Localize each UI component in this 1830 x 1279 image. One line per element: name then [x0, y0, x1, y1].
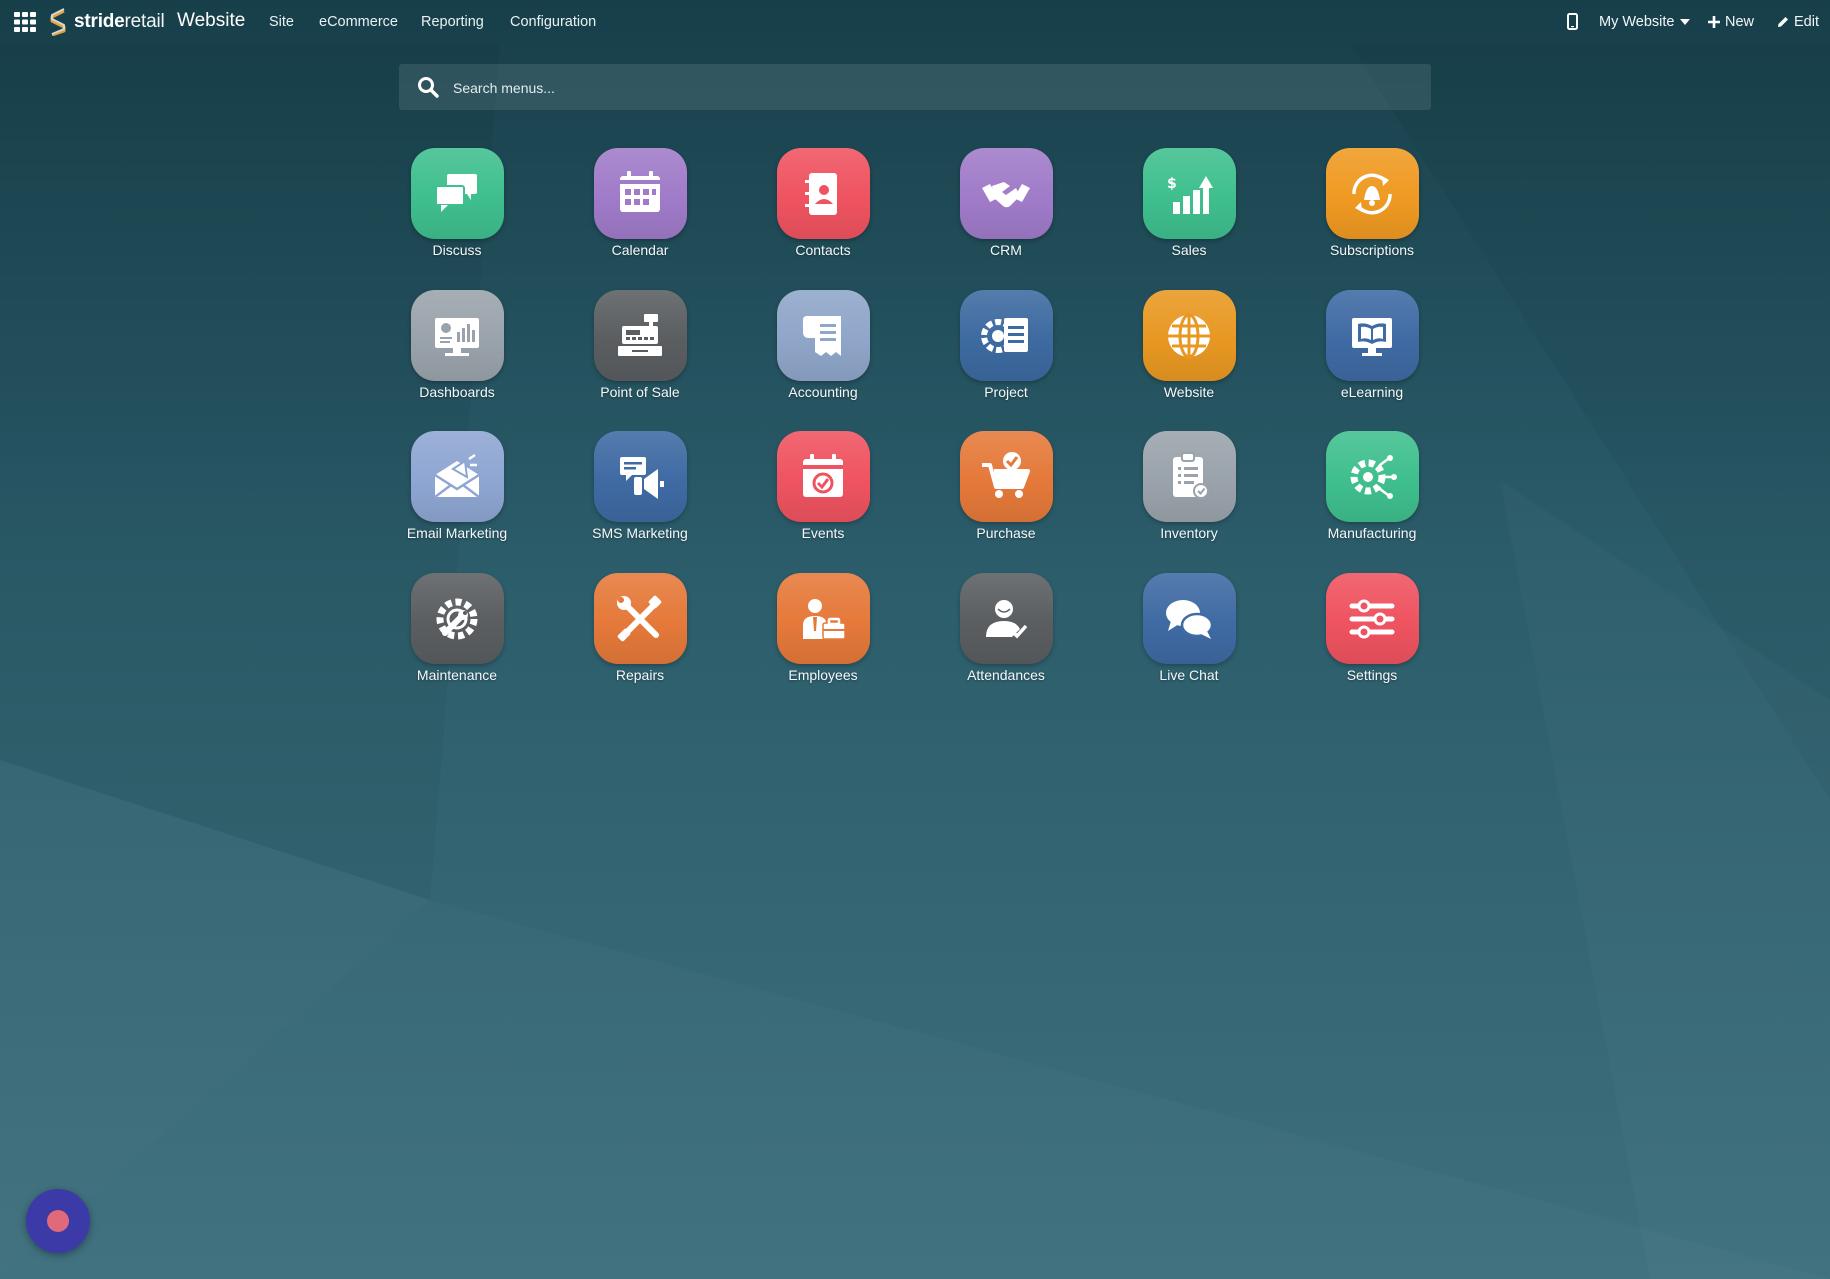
tools-cross-icon [593, 573, 687, 664]
app-label: Events [801, 525, 845, 541]
app-manufacturing[interactable]: Manufacturing [1297, 431, 1447, 561]
handshake-icon [959, 148, 1053, 239]
app-discuss[interactable]: Discuss [382, 148, 532, 278]
sms-megaphone-icon [593, 431, 687, 522]
app-maintenance[interactable]: Maintenance [382, 573, 532, 703]
app-website[interactable]: Website [1114, 290, 1264, 420]
app-project[interactable]: Project [931, 290, 1081, 420]
app-label: Accounting [788, 384, 858, 400]
record-dot-icon [47, 1210, 69, 1232]
event-calendar-icon [776, 431, 870, 522]
app-label: SMS Marketing [592, 525, 688, 541]
app-email-marketing[interactable]: Email Marketing [382, 431, 532, 561]
apps-grid: Discuss Calendar Contacts CRM $ Sales Su… [0, 0, 1830, 700]
svg-text:$: $ [1167, 176, 1177, 192]
app-repairs[interactable]: Repairs [565, 573, 715, 703]
clipboard-check-icon [1142, 431, 1236, 522]
sliders-icon [1325, 573, 1419, 664]
app-elearning[interactable]: eLearning [1297, 290, 1447, 420]
address-book-icon [776, 148, 870, 239]
cash-register-icon [593, 290, 687, 381]
app-label: Contacts [795, 242, 851, 258]
gear-circuit-icon [1325, 431, 1419, 522]
app-point-of-sale[interactable]: Point of Sale [565, 290, 715, 420]
app-label: Calendar [611, 242, 669, 258]
app-label: Discuss [432, 242, 482, 258]
wrench-gear-icon [410, 573, 504, 664]
app-employees[interactable]: Employees [748, 573, 898, 703]
chat-bubbles-icon [410, 148, 504, 239]
app-label: CRM [990, 242, 1022, 258]
app-label: Manufacturing [1327, 525, 1417, 541]
app-label: Maintenance [416, 667, 498, 683]
app-events[interactable]: Events [748, 431, 898, 561]
app-label: Subscriptions [1329, 242, 1415, 258]
app-calendar[interactable]: Calendar [565, 148, 715, 278]
receipt-icon [776, 290, 870, 381]
employee-briefcase-icon [776, 573, 870, 664]
app-label: Point of Sale [600, 384, 680, 400]
app-label: Website [1163, 384, 1215, 400]
globe-icon [1142, 290, 1236, 381]
app-inventory[interactable]: Inventory [1114, 431, 1264, 561]
book-monitor-icon [1325, 290, 1419, 381]
live-chat-icon [1142, 573, 1236, 664]
app-dashboards[interactable]: Dashboards [382, 290, 532, 420]
bell-refresh-icon [1325, 148, 1419, 239]
app-sms-marketing[interactable]: SMS Marketing [565, 431, 715, 561]
app-purchase[interactable]: Purchase [931, 431, 1081, 561]
app-label: Sales [1171, 242, 1207, 258]
app-label: Purchase [976, 525, 1036, 541]
app-label: Project [984, 384, 1028, 400]
floating-chat-button[interactable] [26, 1189, 90, 1253]
app-crm[interactable]: CRM [931, 148, 1081, 278]
calendar-icon [593, 148, 687, 239]
app-label: Employees [788, 667, 858, 683]
app-accounting[interactable]: Accounting [748, 290, 898, 420]
app-settings[interactable]: Settings [1297, 573, 1447, 703]
sales-chart-icon: $ [1142, 148, 1236, 239]
app-subscriptions[interactable]: Subscriptions [1297, 148, 1447, 278]
app-live-chat[interactable]: Live Chat [1114, 573, 1264, 703]
cart-check-icon [959, 431, 1053, 522]
app-label: Repairs [615, 667, 665, 683]
app-label: eLearning [1340, 384, 1404, 400]
gear-document-icon [959, 290, 1053, 381]
app-contacts[interactable]: Contacts [748, 148, 898, 278]
app-label: Dashboards [419, 384, 495, 400]
app-label: Live Chat [1159, 667, 1219, 683]
person-check-icon [959, 573, 1053, 664]
app-label: Attendances [967, 667, 1045, 683]
app-label: Email Marketing [406, 525, 508, 541]
envelope-megaphone-icon [410, 431, 504, 522]
app-sales[interactable]: $ Sales [1114, 148, 1264, 278]
monitor-chart-icon [410, 290, 504, 381]
app-attendances[interactable]: Attendances [931, 573, 1081, 703]
app-label: Inventory [1160, 525, 1218, 541]
app-label: Settings [1346, 667, 1398, 683]
